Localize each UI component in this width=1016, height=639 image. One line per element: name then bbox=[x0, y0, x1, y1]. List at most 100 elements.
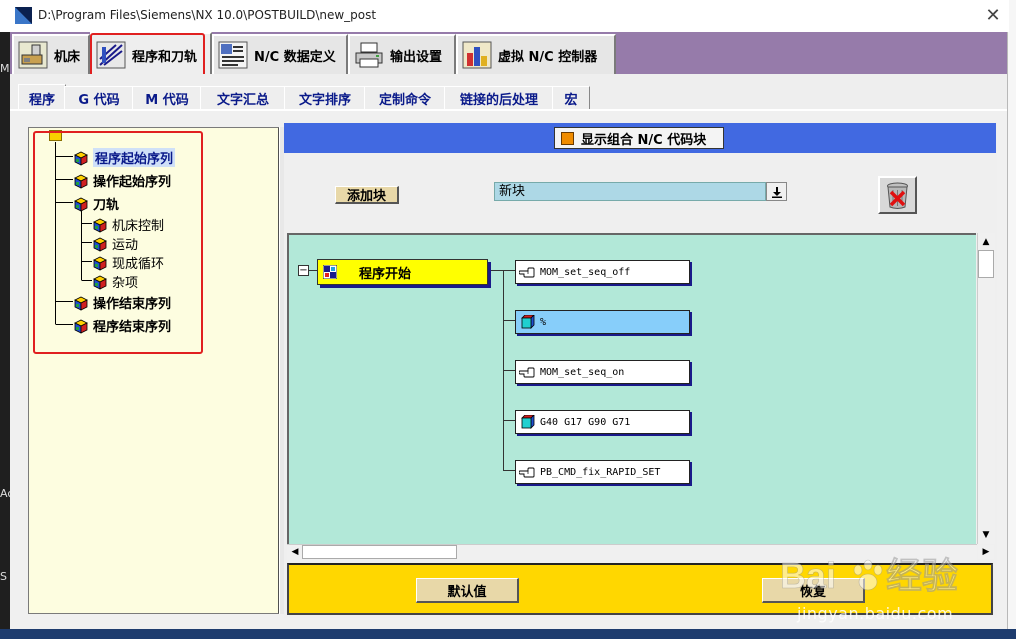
cube-icon bbox=[521, 415, 535, 429]
program-start-block[interactable]: 程序开始 bbox=[317, 259, 488, 285]
tab-label: N/C 数据定义 bbox=[254, 49, 336, 65]
tab-label: 虚拟 N/C 控制器 bbox=[498, 49, 598, 65]
cube-icon bbox=[93, 275, 107, 290]
tab-output-settings[interactable]: 输出设置 bbox=[348, 34, 456, 74]
checkbox-label: 显示组合 N/C 代码块 bbox=[581, 132, 707, 148]
app-icon bbox=[15, 7, 32, 24]
tree-item-miscellaneous[interactable]: 杂项 bbox=[92, 272, 138, 291]
virtual-controller-icon bbox=[462, 41, 492, 69]
cube-icon bbox=[93, 256, 107, 271]
hand-pointer-icon bbox=[519, 367, 535, 378]
tree-item-toolpath[interactable]: 刀轨 bbox=[73, 194, 119, 213]
program-start-label: 程序开始 bbox=[359, 266, 412, 282]
nc-data-icon bbox=[218, 41, 248, 69]
nc-block-label: G40 G17 G90 G71 bbox=[540, 416, 631, 428]
tree-item-label: 杂项 bbox=[112, 276, 139, 291]
cube-icon bbox=[74, 174, 88, 189]
nc-block-g40-g17-g90-g71[interactable]: G40 G17 G90 G71 bbox=[515, 410, 690, 434]
program-toolpath-icon bbox=[96, 41, 126, 69]
desktop-label: S bbox=[0, 570, 7, 583]
subtab-m-code[interactable]: M 代码 bbox=[132, 86, 202, 109]
cube-icon bbox=[93, 218, 107, 233]
desktop-taskbar-edge bbox=[0, 629, 1016, 639]
tab-virtual-nc-controller[interactable]: 虚拟 N/C 控制器 bbox=[456, 34, 616, 74]
subtab-word-summary[interactable]: 文字汇总 bbox=[200, 86, 286, 109]
window-title: D:\Program Files\Siemens\NX 10.0\POSTBUI… bbox=[38, 8, 377, 22]
cube-icon bbox=[74, 319, 88, 334]
cube-icon bbox=[93, 237, 107, 252]
add-block-button[interactable]: 添加块 bbox=[335, 186, 399, 204]
cube-icon bbox=[74, 197, 88, 212]
scroll-up-arrow-icon[interactable]: ▲ bbox=[978, 234, 994, 250]
nc-block-label: MOM_set_seq_off bbox=[540, 266, 631, 278]
tree-item-motion[interactable]: 运动 bbox=[92, 234, 138, 253]
tab-label: 机床 bbox=[54, 49, 81, 65]
nc-block-percent[interactable]: % bbox=[515, 310, 690, 334]
nc-block-mom-set-seq-on[interactable]: MOM_set_seq_on bbox=[515, 360, 690, 384]
vertical-scroll-thumb[interactable] bbox=[978, 250, 994, 278]
tree-item-operation-start-sequence[interactable]: 操作起始序列 bbox=[73, 171, 171, 190]
nc-block-pb-cmd-fix-rapid-set[interactable]: PB_CMD_fix_RAPID_SET bbox=[515, 460, 690, 484]
hand-pointer-icon bbox=[519, 267, 535, 278]
subtab-custom-command[interactable]: 定制命令 bbox=[364, 86, 446, 109]
tree-root-node[interactable] bbox=[49, 130, 62, 141]
nc-block-label: MOM_set_seq_on bbox=[540, 366, 625, 378]
program-start-icon bbox=[323, 265, 337, 279]
printer-icon bbox=[355, 42, 383, 68]
cube-icon bbox=[74, 296, 88, 311]
collapse-toggle[interactable]: − bbox=[298, 265, 309, 276]
action-bar bbox=[287, 563, 993, 615]
tree-item-label: 操作结束序列 bbox=[93, 297, 172, 312]
restore-button[interactable]: 恢复 bbox=[762, 578, 865, 603]
tab-label: 程序和刀轨 bbox=[132, 49, 198, 65]
tree-item-program-start-sequence[interactable]: 程序起始序列 bbox=[73, 148, 176, 167]
tree-item-label: 程序结束序列 bbox=[93, 320, 172, 335]
tab-label: 输出设置 bbox=[390, 49, 443, 65]
cube-icon bbox=[521, 315, 535, 329]
tree-item-machine-control[interactable]: 机床控制 bbox=[92, 215, 164, 234]
window-right-edge bbox=[1007, 0, 1016, 639]
subtab-macro[interactable]: 宏 bbox=[552, 86, 590, 109]
download-arrow-icon bbox=[771, 186, 782, 198]
tree-item-program-end-sequence[interactable]: 程序结束序列 bbox=[73, 316, 171, 335]
subtab-program[interactable]: 程序 bbox=[18, 84, 66, 111]
desktop-label: M bbox=[0, 62, 10, 75]
tree-item-label: 操作起始序列 bbox=[93, 175, 172, 190]
sub-tab-divider bbox=[10, 109, 1007, 111]
machine-tool-icon bbox=[18, 41, 48, 69]
nc-block-mom-set-seq-off[interactable]: MOM_set_seq_off bbox=[515, 260, 690, 284]
new-block-select[interactable]: 新块 bbox=[494, 182, 766, 201]
close-button[interactable]: ✕ bbox=[978, 0, 1008, 32]
subtab-g-code[interactable]: G 代码 bbox=[64, 86, 134, 109]
connector-line bbox=[309, 270, 317, 271]
nc-block-label: PB_CMD_fix_RAPID_SET bbox=[540, 466, 661, 478]
tree-item-label: 刀轨 bbox=[93, 198, 120, 213]
tab-machine-tool[interactable]: 机床 bbox=[12, 34, 90, 74]
trash-icon bbox=[887, 182, 908, 209]
tree-item-operation-end-sequence[interactable]: 操作结束序列 bbox=[73, 293, 171, 312]
scroll-down-arrow-icon[interactable]: ▼ bbox=[978, 527, 994, 543]
tree-item-label: 机床控制 bbox=[112, 219, 165, 234]
default-values-button[interactable]: 默认值 bbox=[416, 578, 519, 603]
checkbox-indicator bbox=[561, 131, 574, 145]
desktop-left-edge: M Ac S bbox=[0, 0, 13, 639]
tree-item-canned-cycle[interactable]: 现成循环 bbox=[92, 253, 164, 272]
hand-pointer-icon bbox=[519, 467, 535, 478]
tab-program-toolpath[interactable]: 程序和刀轨 bbox=[90, 32, 212, 76]
show-combined-nc-blocks-checkbox[interactable]: 显示组合 N/C 代码块 bbox=[554, 127, 724, 149]
scroll-right-arrow-icon[interactable]: ▶ bbox=[978, 545, 994, 559]
nc-block-label: % bbox=[540, 316, 547, 328]
cube-icon bbox=[74, 151, 88, 166]
horizontal-scroll-thumb[interactable] bbox=[302, 545, 457, 559]
dropdown-arrow-button[interactable] bbox=[766, 182, 787, 201]
tree-item-label: 运动 bbox=[112, 238, 139, 253]
sequence-tree-panel bbox=[28, 127, 280, 614]
subtab-linked-posts[interactable]: 链接的后处理 bbox=[444, 86, 554, 109]
tab-nc-data-definition[interactable]: N/C 数据定义 bbox=[212, 34, 348, 74]
trash-button[interactable] bbox=[878, 176, 917, 214]
tree-item-label: 现成循环 bbox=[112, 257, 165, 272]
subtab-word-sequence[interactable]: 文字排序 bbox=[284, 86, 366, 109]
tree-item-label: 程序起始序列 bbox=[93, 148, 176, 167]
vertical-scrollbar[interactable] bbox=[977, 233, 995, 544]
scroll-left-arrow-icon[interactable]: ◀ bbox=[287, 545, 303, 559]
